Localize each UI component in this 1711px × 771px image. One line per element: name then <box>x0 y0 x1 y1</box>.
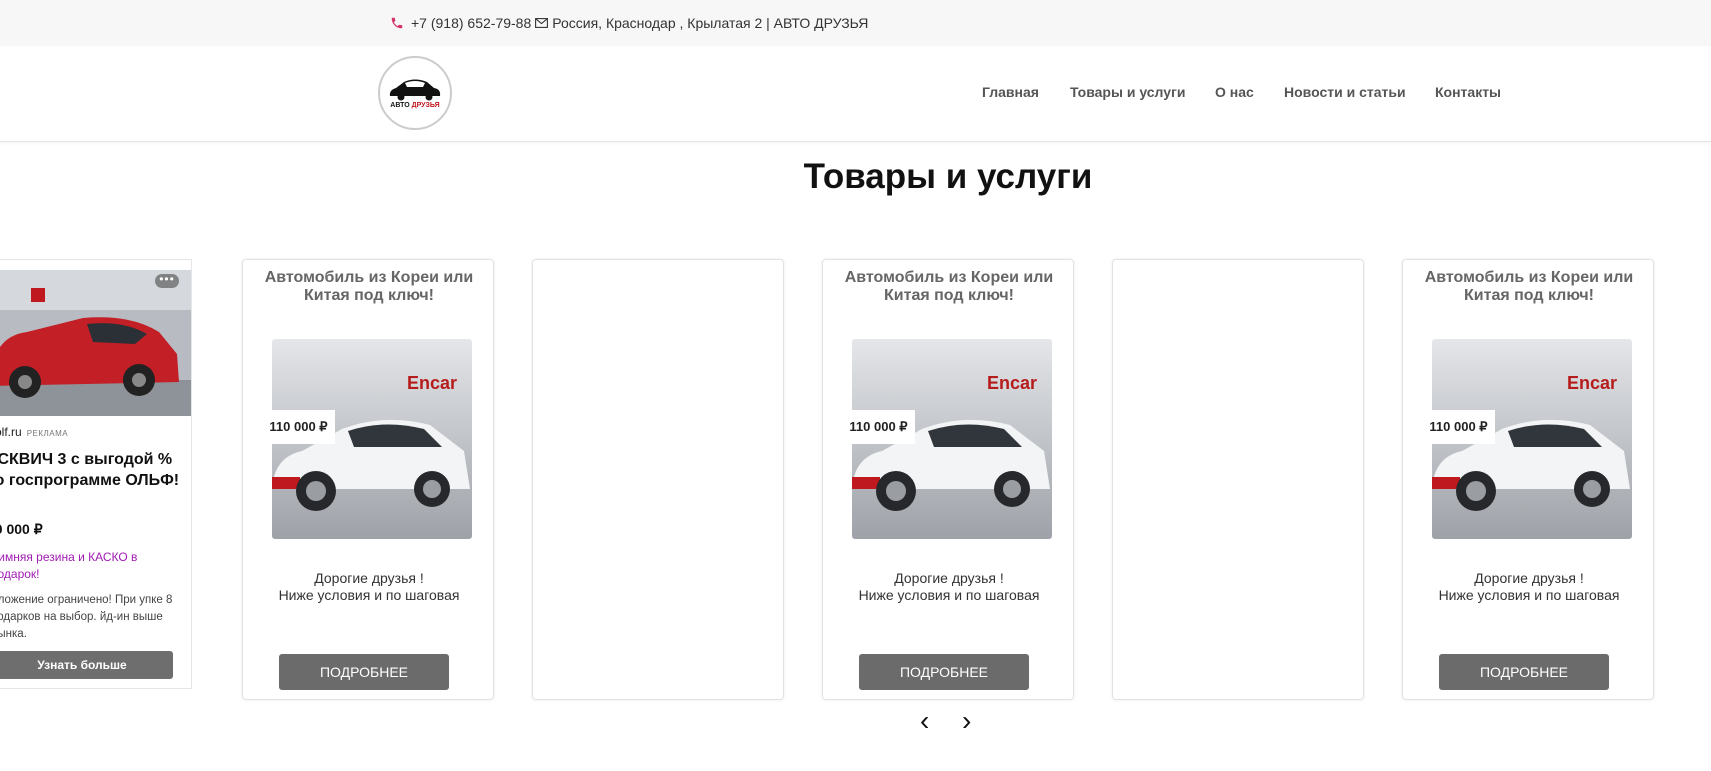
price-badge: 110 000 ₽ <box>842 410 915 444</box>
card-desc-line2: Ниже условия и по шаговая <box>278 587 460 603</box>
site-header: АВТО ДРУЗЬЯ Главная Товары и услуги О на… <box>0 46 1711 142</box>
encar-brand-text: Encar <box>987 373 1037 393</box>
price-badge: 110 000 ₽ <box>1422 410 1495 444</box>
carousel-prev-button[interactable]: ‹ <box>920 704 929 738</box>
ad-domain-text[interactable]: rolf.ru <box>0 425 22 439</box>
site-logo[interactable]: АВТО ДРУЗЬЯ <box>378 56 452 130</box>
card-title: Автомобиль из Кореи или Китая под ключ! <box>264 269 474 304</box>
nav-products-services[interactable]: Товары и услуги <box>1070 84 1185 100</box>
product-card: Автомобиль из Кореи или Китая под ключ! … <box>1402 259 1654 700</box>
ad-domain: rolf.ru РЕКЛАМА <box>0 425 68 439</box>
product-card-empty <box>532 259 784 700</box>
logo-text: АВТО ДРУЗЬЯ <box>380 102 450 109</box>
logo-line2: ДРУЗЬЯ <box>411 102 440 109</box>
ad-title[interactable]: ОСКВИЧ 3 с выгодой % по госпрограмме ОЛЬ… <box>0 449 185 491</box>
details-button[interactable]: ПОДРОБНЕЕ <box>859 654 1029 690</box>
address-text: Россия, Краснодар , Крылатая 2 | АВТО ДР… <box>552 15 869 31</box>
card-title: Автомобиль из Кореи или Китая под ключ! <box>1424 269 1634 304</box>
logo-line1: АВТО <box>390 102 410 109</box>
card-title: Автомобиль из Кореи или Китая под ключ! <box>844 269 1054 304</box>
top-contact-bar: +7 (918) 652-79-88 Россия, Краснодар , К… <box>0 0 1711 46</box>
ad-label: РЕКЛАМА <box>26 429 69 438</box>
encar-brand-text: Encar <box>1567 373 1617 393</box>
ad-description: дложение ограничено! При упке 8 подарков… <box>0 594 173 640</box>
encar-brand-text: Encar <box>407 373 457 393</box>
carousel-next-button[interactable]: › <box>962 704 971 738</box>
card-desc-line1: Дорогие друзья ! <box>1474 570 1584 586</box>
card-desc-line2: Ниже условия и по шаговая <box>1438 587 1620 603</box>
details-button[interactable]: ПОДРОБНЕЕ <box>279 654 449 690</box>
card-description: Дорогие друзья ! Ниже условия и по шагов… <box>833 570 1065 604</box>
ad-price: 50 000 ₽ <box>0 521 43 537</box>
nav-news-articles[interactable]: Новости и статьи <box>1284 84 1406 100</box>
ad-menu-icon[interactable]: ••• <box>155 273 179 288</box>
product-card-empty <box>1112 259 1364 700</box>
nav-home[interactable]: Главная <box>982 84 1039 100</box>
ad-card[interactable]: ••• rolf.ru РЕКЛАМА ОСКВИЧ 3 с выгодой % … <box>0 259 192 689</box>
ad-learn-more-button[interactable]: Узнать больше <box>0 651 173 679</box>
nav-contacts[interactable]: Контакты <box>1435 84 1501 100</box>
product-card: Автомобиль из Кореи или Китая под ключ! … <box>242 259 494 700</box>
mail-icon <box>535 18 549 28</box>
product-card: Автомобиль из Кореи или Китая под ключ! … <box>822 259 1074 700</box>
page-title: Товары и услуги <box>803 157 1093 196</box>
ad-car-photo <box>0 270 191 416</box>
card-desc-line1: Дорогие друзья ! <box>894 570 1004 586</box>
nav-about[interactable]: О нас <box>1215 84 1254 100</box>
contact-info: +7 (918) 652-79-88 Россия, Краснодар , К… <box>390 15 868 31</box>
price-badge: 110 000 ₽ <box>262 410 335 444</box>
phone-icon <box>391 17 403 29</box>
card-description: Дорогие друзья ! Ниже условия и по шагов… <box>253 570 485 604</box>
phone-number[interactable]: +7 (918) 652-79-88 <box>411 15 531 31</box>
car-logo-icon <box>389 79 441 101</box>
card-description: Дорогие друзья ! Ниже условия и по шагов… <box>1413 570 1645 604</box>
ad-promo: Зимняя резина и КАСКО в подарок! <box>0 550 138 581</box>
card-desc-line1: Дорогие друзья ! <box>314 570 424 586</box>
card-desc-line2: Ниже условия и по шаговая <box>858 587 1040 603</box>
details-button[interactable]: ПОДРОБНЕЕ <box>1439 654 1609 690</box>
